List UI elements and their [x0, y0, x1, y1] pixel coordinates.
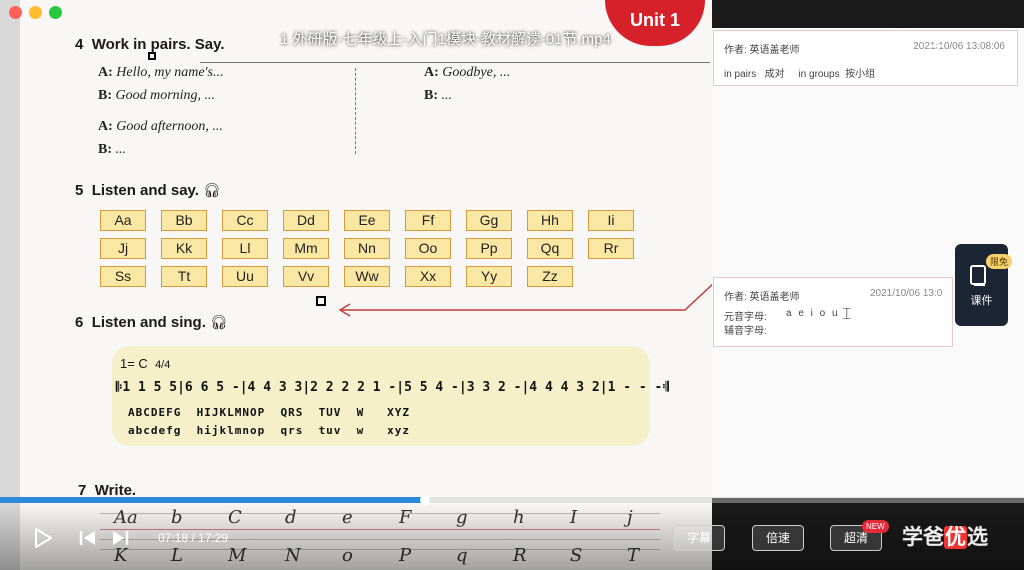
headphones-icon: 🎧︎: [203, 182, 221, 198]
letter-box: Hh: [527, 210, 573, 231]
speaker: A:: [98, 119, 113, 134]
speed-button[interactable]: 倍速: [752, 525, 804, 551]
dialogue-line: B: ...: [424, 88, 452, 104]
section-title-text: Listen and say.: [91, 182, 199, 199]
speaker: B:: [98, 142, 112, 157]
previous-icon[interactable]: [79, 530, 97, 546]
speaker: B:: [424, 88, 438, 103]
note-author: 作者: 英语盖老师: [724, 45, 800, 56]
letter-box: Aa: [100, 210, 146, 231]
next-icon[interactable]: [111, 530, 129, 546]
brand-logo: 学爸优选: [902, 521, 988, 551]
dialogue-text: Goodbye, ...: [442, 65, 511, 80]
letter-box: Mm: [283, 238, 329, 259]
section-title-text: Work in pairs. Say.: [91, 36, 225, 53]
maximize-window-button[interactable]: [49, 6, 62, 19]
dialogue-line: A: Hello, my name's...: [98, 65, 223, 81]
share-icon[interactable]: [882, 30, 902, 50]
note-text: in pairs 成对 in groups 按小组: [724, 69, 876, 80]
letter-box: Ll: [222, 238, 268, 259]
courseware-label: 课件: [970, 295, 993, 307]
letter-box: Vv: [283, 266, 329, 287]
divider: [355, 68, 356, 154]
new-badge: NEW: [862, 520, 889, 533]
letter-box: Cc: [222, 210, 268, 231]
song-notation: 𝄆1 1 5 5|6 6 5 -|4 4 3 3|2 2 2 2 1 -|5 5…: [116, 380, 669, 395]
dialogue-text: ...: [115, 142, 127, 157]
section-number: 5: [75, 182, 84, 199]
note-time: 2021/10/06 13:0: [870, 288, 943, 299]
note-card[interactable]: 作者: 英语盖老师 2021/10/06 13:0 元音字母: a e i o …: [713, 277, 953, 347]
dialogue-text: Good afternoon, ...: [116, 119, 223, 134]
speaker: A:: [424, 65, 439, 80]
free-badge: 限免: [985, 254, 1012, 269]
note-vowel-label: 元音字母:: [724, 312, 767, 323]
control-bar: 07:18 / 17:29 字幕 倍速 超清: [0, 503, 1024, 570]
section-5-title: 5 Listen and say. 🎧︎: [75, 182, 221, 199]
video-title: 1 外研版-七年级上-入门1模块-教材解读-01节.mp4: [280, 31, 611, 48]
section-4-title: 4 Work in pairs. Say.: [75, 36, 225, 53]
more-icon[interactable]: [970, 30, 990, 50]
download-icon[interactable]: [927, 30, 947, 50]
divider: [200, 62, 710, 63]
cursor-marker: [148, 52, 156, 60]
dialogue-text: ...: [441, 88, 453, 103]
dialogue-line: A: Goodbye, ...: [424, 65, 510, 81]
song-meter: 4/4: [155, 359, 171, 371]
cursor-marker: [316, 296, 326, 306]
song-score: 1= C 4/4 𝄆1 1 5 5|6 6 5 -|4 4 3 3|2 2 2 …: [112, 346, 669, 446]
dialogue-line: A: Good afternoon, ...: [98, 119, 223, 135]
time-readout: 07:18 / 17:29: [158, 531, 229, 545]
letter-box: Rr: [588, 238, 634, 259]
letter-box: Oo: [405, 238, 451, 259]
song-lowercase: abcdefg hijklmnop qrs tuv w xyz: [128, 424, 411, 437]
letter-box: Pp: [466, 238, 512, 259]
section-number: 4: [75, 36, 84, 53]
letter-box: Uu: [222, 266, 268, 287]
letter-box: Ff: [405, 210, 451, 231]
section-number: 6: [75, 314, 84, 331]
page-edge: [0, 0, 20, 570]
letter-box: Dd: [283, 210, 329, 231]
section-title-text: Listen and sing.: [91, 314, 206, 331]
letter-box: Gg: [466, 210, 512, 231]
subtitle-button[interactable]: 字幕: [673, 525, 725, 551]
letter-box: Bb: [161, 210, 207, 231]
text-cursor-icon: ⌶: [842, 306, 852, 323]
dialogue-text: Hello, my name's...: [116, 65, 224, 80]
courseware-button[interactable]: 限免 课件: [955, 244, 1012, 326]
letter-box: Tt: [161, 266, 207, 287]
headphones-icon: 🎧︎: [210, 314, 228, 330]
speaker: A:: [98, 65, 113, 80]
note-vowel-value: a e i o u: [786, 308, 840, 319]
play-icon[interactable]: [34, 528, 52, 548]
note-consonant-label: 辅音字母:: [724, 326, 767, 337]
dialogue-line: B: ...: [98, 142, 126, 158]
close-window-button[interactable]: [9, 6, 22, 19]
song-key: 1= C 4/4: [120, 356, 170, 371]
letter-box: Qq: [527, 238, 573, 259]
logo-text: 选: [967, 526, 988, 549]
logo-text: 学爸: [902, 526, 944, 549]
minimize-window-button[interactable]: [29, 6, 42, 19]
video-player[interactable]: 4 Work in pairs. Say. A: Hello, my name'…: [0, 0, 1024, 570]
letter-box: Nn: [344, 238, 390, 259]
book-icon: [970, 265, 986, 286]
dialogue-text: Good morning, ...: [115, 88, 216, 103]
note-author: 作者: 英语盖老师: [724, 292, 800, 303]
song-uppercase: ABCDEFG HIJKLMNOP QRS TUV W XYZ: [128, 406, 411, 419]
letter-box: Ss: [100, 266, 146, 287]
letter-box: Ii: [588, 210, 634, 231]
song-key-text: 1= C: [120, 356, 148, 371]
annotation-arrow: [338, 281, 715, 317]
speaker: B:: [98, 88, 112, 103]
title-bar: [0, 0, 1024, 28]
letter-box: Ee: [344, 210, 390, 231]
section-6-title: 6 Listen and sing. 🎧︎: [75, 314, 228, 331]
dialogue-line: B: Good morning, ...: [98, 88, 215, 104]
letter-box: Kk: [161, 238, 207, 259]
logo-text: 优: [944, 526, 967, 549]
letter-box: Jj: [100, 238, 146, 259]
